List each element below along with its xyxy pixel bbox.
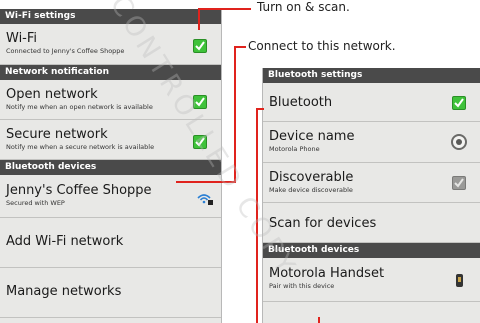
secure-network-checkbox[interactable] bbox=[193, 135, 207, 149]
bluetooth-toggle-row[interactable]: Bluetooth bbox=[263, 83, 480, 122]
wifi-lock-icon bbox=[197, 194, 213, 205]
leader-line bbox=[198, 8, 200, 30]
device-name-title: Device name bbox=[269, 129, 355, 144]
bluetooth-settings-panel: Bluetooth settings Bluetooth Device name… bbox=[262, 68, 480, 323]
device-name-row[interactable]: Device name Motorola Phone bbox=[263, 122, 480, 163]
callout-turn-on-scan: Turn on & scan. bbox=[257, 0, 350, 14]
device-item-motorola-handset[interactable]: Motorola Handset Pair with this device bbox=[263, 258, 480, 302]
discoverable-row[interactable]: Discoverable Make device discoverable bbox=[263, 163, 480, 203]
check-icon bbox=[454, 98, 464, 108]
bluetooth-checkbox[interactable] bbox=[452, 96, 466, 110]
check-icon bbox=[454, 178, 464, 188]
wifi-title: Wi-Fi bbox=[6, 31, 38, 46]
bluetooth-title: Bluetooth bbox=[269, 95, 333, 110]
bluetooth-settings-header: Bluetooth settings bbox=[263, 68, 480, 83]
bluetooth-devices-header: Bluetooth devices bbox=[0, 160, 221, 175]
wifi-settings-panel: Wi-Fi settings Wi-Fi Connected to Jenny'… bbox=[0, 9, 222, 323]
phone-icon bbox=[456, 274, 463, 287]
wifi-toggle-row[interactable]: Wi-Fi Connected to Jenny's Coffee Shoppe bbox=[0, 24, 221, 65]
leader-line bbox=[234, 46, 236, 183]
add-wifi-network-row[interactable]: Add Wi-Fi network bbox=[0, 218, 221, 268]
open-network-row[interactable]: Open network Notify me when an open netw… bbox=[0, 80, 221, 120]
device-title: Motorola Handset bbox=[269, 266, 385, 281]
add-wifi-network-label: Add Wi-Fi network bbox=[6, 234, 124, 249]
secure-network-row[interactable]: Secure network Notify me when a secure n… bbox=[0, 120, 221, 160]
open-network-title: Open network bbox=[6, 87, 98, 102]
leader-line bbox=[256, 108, 258, 323]
scan-for-devices-label: Scan for devices bbox=[269, 216, 377, 231]
device-name-value: Motorola Phone bbox=[269, 145, 320, 153]
leader-line bbox=[198, 8, 251, 10]
network-security: Secured with WEP bbox=[6, 199, 65, 207]
manage-networks-label: Manage networks bbox=[6, 284, 122, 299]
wifi-subtitle: Connected to Jenny's Coffee Shoppe bbox=[6, 47, 125, 55]
network-notification-header: Network notification bbox=[0, 65, 221, 80]
secure-network-title: Secure network bbox=[6, 127, 108, 142]
check-icon bbox=[195, 41, 205, 51]
open-network-checkbox[interactable] bbox=[193, 95, 207, 109]
check-icon bbox=[195, 137, 205, 147]
discoverable-title: Discoverable bbox=[269, 170, 354, 185]
leader-line bbox=[176, 181, 236, 183]
bluetooth-devices-list-header: Bluetooth devices bbox=[263, 243, 480, 258]
discoverable-subtitle: Make device discoverable bbox=[269, 186, 353, 194]
scan-for-devices-row[interactable]: Scan for devices bbox=[263, 203, 480, 243]
callout-connect-network: Connect to this network. bbox=[248, 39, 396, 53]
radio-icon bbox=[451, 134, 467, 150]
device-subtitle: Pair with this device bbox=[269, 282, 335, 290]
check-icon bbox=[195, 97, 205, 107]
manage-networks-row[interactable]: Manage networks bbox=[0, 268, 221, 318]
wifi-checkbox[interactable] bbox=[193, 39, 207, 53]
discoverable-checkbox[interactable] bbox=[452, 176, 466, 190]
leader-line bbox=[318, 317, 320, 323]
open-network-subtitle: Notify me when an open network is availa… bbox=[6, 103, 153, 111]
wifi-settings-header: Wi-Fi settings bbox=[0, 9, 221, 24]
network-name: Jenny's Coffee Shoppe bbox=[6, 183, 152, 198]
secure-network-subtitle: Notify me when a secure network is avail… bbox=[6, 143, 155, 151]
